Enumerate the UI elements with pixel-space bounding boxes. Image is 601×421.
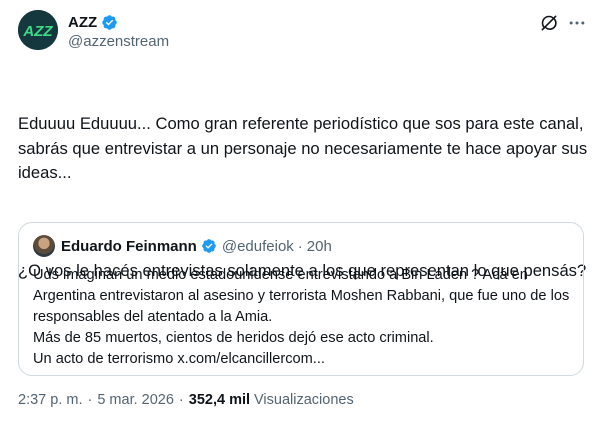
separator-dot: ·	[178, 392, 184, 408]
separator-dot: ·	[87, 392, 93, 408]
quoted-line-3: Un acto de terrorismo x.com/elcancillerc…	[33, 351, 325, 367]
quoted-tweet-time[interactable]: 20h	[307, 238, 332, 255]
tweet-paragraph-1: Eduuuu Eduuuu... Como gran referente per…	[18, 114, 592, 183]
author-display-name[interactable]: AZZ	[68, 14, 97, 31]
quoted-line-2: Más de 85 muertos, cientos de heridos de…	[33, 330, 434, 346]
verified-badge-icon	[101, 14, 118, 31]
author-avatar[interactable]: AZZ	[18, 10, 58, 50]
azz-logo-icon: AZZ	[18, 10, 58, 50]
views-count: 352,4 mil	[188, 392, 251, 408]
quoted-line-1: Uds imaginan un medio estadounidense ent…	[33, 267, 570, 325]
tweet-meta: 2:37 p. m. · 5 mar. 2026 · 352,4 mil Vis…	[18, 392, 354, 408]
tweet-date[interactable]: 5 mar. 2026	[97, 392, 174, 408]
quoted-tweet-text: Uds imaginan un medio estadounidense ent…	[33, 265, 573, 370]
author-handle[interactable]: @azzenstream	[68, 33, 169, 50]
quoted-tweet[interactable]: Eduardo Feinmann @edufeiok · 20h Uds ima…	[18, 222, 584, 376]
author-name-row[interactable]: AZZ	[68, 12, 118, 32]
quoted-author-avatar[interactable]	[33, 235, 55, 257]
separator-dot: ·	[297, 237, 303, 255]
quoted-author-handle[interactable]: @edufeiok	[222, 238, 294, 255]
quoted-tweet-header: Eduardo Feinmann @edufeiok · 20h	[61, 236, 332, 256]
quoted-author-name[interactable]: Eduardo Feinmann	[61, 238, 197, 255]
grok-icon[interactable]	[538, 12, 560, 34]
avatar-logo-text: AZZ	[22, 23, 53, 40]
verified-badge-icon	[201, 238, 217, 254]
tweet-card: AZZ AZZ @azzenstream Eduuuu Eduuuu... Co…	[0, 0, 601, 421]
tweet-time[interactable]: 2:37 p. m.	[18, 392, 82, 408]
views-label: Visualizaciones	[254, 392, 354, 408]
more-options-icon[interactable]	[566, 12, 588, 34]
